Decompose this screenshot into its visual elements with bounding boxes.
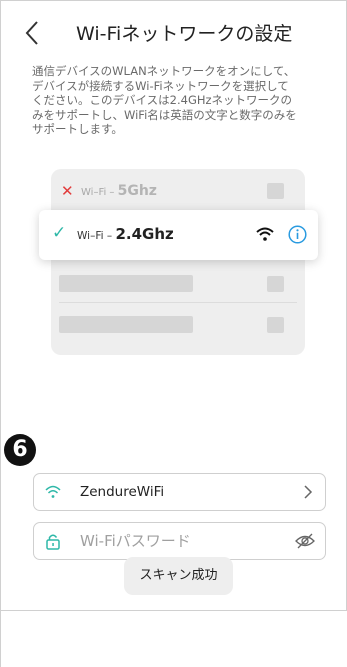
frame-border-left xyxy=(0,0,1,667)
wifi-password-field[interactable]: Wi-Fiパスワード xyxy=(33,522,326,560)
placeholder-square xyxy=(267,276,284,292)
password-placeholder: Wi-Fiパスワード xyxy=(80,532,191,550)
network-5ghz-label: Wi–Fi – 5Ghz xyxy=(81,182,157,202)
chevron-right-icon xyxy=(304,485,313,499)
band-label: 2.4Ghz xyxy=(115,225,174,243)
wifi-icon xyxy=(256,227,274,241)
chevron-left-icon xyxy=(25,21,38,45)
frame-border-bottom xyxy=(0,610,347,611)
frame-border-top xyxy=(0,0,347,1)
back-button[interactable] xyxy=(18,16,48,50)
placeholder-bar xyxy=(59,316,193,333)
header: Wi-Fiネットワークの設定 xyxy=(0,10,347,54)
band-label: 5Ghz xyxy=(117,183,157,199)
network-24ghz-label: Wi–Fi – 2.4Ghz xyxy=(77,224,174,246)
network-prefix: Wi–Fi – xyxy=(77,230,116,242)
step-number-badge: 6 xyxy=(4,434,36,466)
eye-off-icon[interactable] xyxy=(295,532,315,550)
ssid-value: ZendureWiFi xyxy=(80,484,165,500)
wifi-icon xyxy=(45,485,61,498)
network-24ghz-card: ✓ Wi–Fi – 2.4Ghz xyxy=(39,210,318,260)
wifi-network-select[interactable]: ZendureWiFi xyxy=(33,473,326,511)
lock-icon xyxy=(46,534,60,550)
network-prefix: Wi–Fi – xyxy=(81,187,118,198)
divider xyxy=(59,302,297,303)
network-5ghz-row: ✕ Wi–Fi – 5Ghz xyxy=(61,181,301,201)
info-icon xyxy=(288,225,307,244)
placeholder-square xyxy=(267,317,284,333)
cross-icon: ✕ xyxy=(61,182,74,200)
scan-success-toast: スキャン成功 xyxy=(124,557,233,595)
page-title: Wi-Fiネットワークの設定 xyxy=(76,23,293,45)
instruction-text: 通信デバイスのWLANネットワークをオンにして、 デバイスが接続するWi-Fiネ… xyxy=(32,64,297,136)
placeholder-bar xyxy=(59,275,193,292)
screen: Wi-Fiネットワークの設定 通信デバイスのWLANネットワークをオンにして、 … xyxy=(0,0,347,667)
check-icon: ✓ xyxy=(52,223,67,243)
